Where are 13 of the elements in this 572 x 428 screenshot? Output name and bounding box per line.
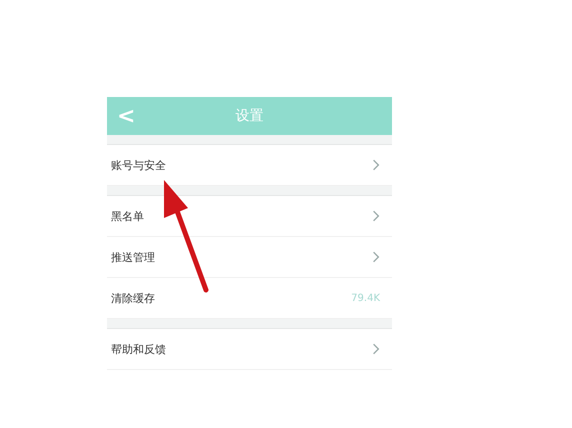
row-label: 帮助和反馈 bbox=[111, 342, 166, 356]
screen-title: 设置 bbox=[236, 107, 264, 125]
row-label: 账号与安全 bbox=[111, 158, 166, 172]
chevron-right-icon bbox=[372, 159, 380, 171]
chevron-right-icon bbox=[372, 343, 380, 355]
settings-row[interactable]: 推送管理 bbox=[107, 237, 392, 278]
settings-row[interactable]: 帮助和反馈 bbox=[107, 329, 392, 370]
chevron-right-icon bbox=[372, 210, 380, 222]
row-label: 清除缓存 bbox=[111, 290, 155, 306]
row-label: 推送管理 bbox=[111, 250, 155, 264]
cache-size: 79.4K bbox=[351, 292, 380, 304]
chevron-right-icon bbox=[372, 251, 380, 263]
row-label: 黑名单 bbox=[111, 208, 144, 224]
